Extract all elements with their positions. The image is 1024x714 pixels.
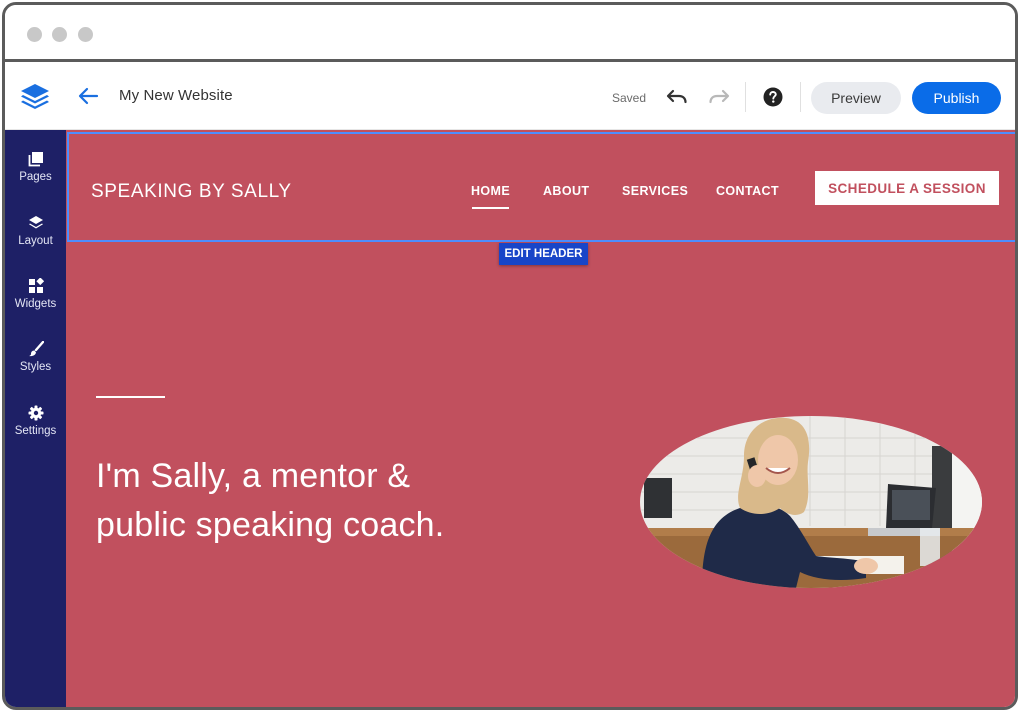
hero-headline-line2: public speaking coach.	[96, 506, 445, 544]
site-header-selection[interactable]: SPEAKING BY SALLY HOME ABOUT SERVICES CO…	[67, 132, 1015, 242]
editor-sidebar: Pages Layout Widgets Styles Settings	[5, 130, 66, 707]
site-brand[interactable]: SPEAKING BY SALLY	[91, 181, 292, 203]
undo-icon[interactable]	[666, 88, 688, 106]
widgets-icon	[28, 278, 44, 293]
nav-services[interactable]: SERVICES	[622, 184, 688, 198]
window-minimize-dot[interactable]	[52, 27, 67, 42]
sidebar-item-label: Pages	[19, 171, 52, 183]
editor-toolbar: My New Website Saved Preview Publish	[5, 62, 1015, 130]
sidebar-item-label: Widgets	[14, 298, 57, 310]
window-maximize-dot[interactable]	[78, 27, 93, 42]
sidebar-item-label: Layout	[18, 235, 53, 247]
layers-logo-icon[interactable]	[19, 82, 51, 110]
sidebar-item-label: Settings	[14, 425, 57, 437]
brush-icon	[28, 341, 44, 357]
browser-chrome	[5, 5, 1015, 62]
help-icon[interactable]	[763, 87, 783, 107]
sidebar-item-widgets[interactable]: Widgets	[5, 278, 66, 328]
window-close-dot[interactable]	[27, 27, 42, 42]
back-arrow-icon[interactable]	[77, 86, 99, 106]
edit-header-button[interactable]: EDIT HEADER	[499, 243, 588, 265]
redo-icon[interactable]	[708, 88, 730, 106]
pages-icon	[28, 152, 43, 167]
sidebar-item-label: Styles	[19, 361, 52, 373]
nav-contact[interactable]: CONTACT	[716, 184, 779, 198]
site-name: My New Website	[119, 87, 233, 104]
nav-active-underline	[472, 207, 509, 209]
sidebar-item-layout[interactable]: Layout	[5, 215, 66, 265]
toolbar-divider	[745, 82, 746, 112]
schedule-session-button[interactable]: SCHEDULE A SESSION	[815, 171, 999, 205]
browser-window: My New Website Saved Preview Publish Pag…	[2, 2, 1018, 710]
hero-headline[interactable]: I'm Sally, a mentor & public speaking co…	[96, 452, 556, 550]
hero-photo-image[interactable]	[640, 416, 982, 588]
hero-headline-line1: I'm Sally, a mentor &	[96, 457, 411, 495]
gear-icon	[28, 405, 43, 421]
sidebar-item-pages[interactable]: Pages	[5, 151, 66, 201]
save-status: Saved	[612, 91, 647, 105]
sidebar-item-styles[interactable]: Styles	[5, 341, 66, 391]
nav-about[interactable]: ABOUT	[543, 184, 589, 198]
publish-button[interactable]: Publish	[912, 82, 1001, 114]
preview-button[interactable]: Preview	[811, 82, 901, 114]
sidebar-item-settings[interactable]: Settings	[5, 405, 66, 455]
site-canvas: SPEAKING BY SALLY HOME ABOUT SERVICES CO…	[66, 130, 1015, 707]
layers-icon	[28, 216, 43, 229]
nav-home[interactable]: HOME	[471, 184, 510, 198]
hero-divider	[96, 396, 165, 398]
toolbar-divider	[800, 82, 801, 112]
